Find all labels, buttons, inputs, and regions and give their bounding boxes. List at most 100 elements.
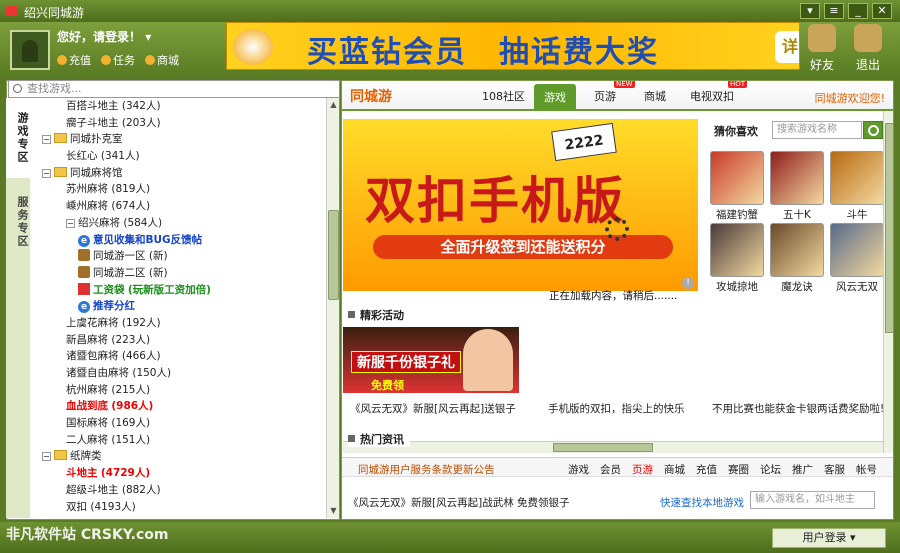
tab-tv-shuangkou[interactable]: 电视双扣 HOT bbox=[690, 81, 748, 104]
game-tile[interactable]: 五十K bbox=[770, 151, 824, 222]
bottom-link[interactable]: 推广 bbox=[792, 462, 813, 477]
tab-community[interactable]: 108社区 bbox=[482, 88, 525, 104]
activity-hscrollbar[interactable] bbox=[343, 441, 883, 453]
tree-item[interactable]: 同城游二区 (新) bbox=[30, 265, 326, 282]
friends-button[interactable]: 好友 bbox=[802, 24, 842, 73]
exit-button[interactable]: 退出 bbox=[848, 24, 888, 73]
hero-banner[interactable]: 2222 双扣手机版 全面升级签到还能送积分 ! bbox=[343, 119, 698, 291]
bottom-link[interactable]: 客服 bbox=[824, 462, 845, 477]
game-search-input[interactable]: 查找游戏... bbox=[8, 80, 340, 98]
tab-services[interactable]: 服务专区 bbox=[6, 182, 30, 262]
tree-item[interactable]: 长红心 (341人) bbox=[30, 148, 326, 165]
skin-button[interactable]: ▾ bbox=[800, 3, 820, 19]
tree-item[interactable]: 杭州麻将 (215人) bbox=[30, 382, 326, 399]
bottom-link[interactable]: 会员 bbox=[600, 462, 621, 477]
tab-shop[interactable]: 商城 bbox=[644, 88, 666, 104]
tree-item[interactable]: − 绍兴麻将 (584人) bbox=[30, 215, 326, 232]
tree-item[interactable]: 同城游一区 (新) bbox=[30, 248, 326, 265]
guess-search-button[interactable] bbox=[863, 121, 883, 139]
activity-caption-2[interactable]: 手机版的双扣，指尖上的快乐 bbox=[548, 401, 685, 416]
bottom-link[interactable]: 商城 bbox=[664, 462, 685, 477]
game-name: 风云无双 bbox=[836, 281, 878, 293]
title-bar: 绍兴同城游 ▾ ≡ _ ✕ bbox=[0, 0, 900, 22]
info-icon[interactable]: ! bbox=[682, 277, 694, 289]
recharge-link[interactable]: 充值 bbox=[57, 52, 91, 68]
tree-item[interactable]: 苏州麻将 (819人) bbox=[30, 181, 326, 198]
minimize-button[interactable]: _ bbox=[848, 3, 868, 19]
game-tile[interactable]: 斗牛 bbox=[830, 151, 884, 222]
ad-banner[interactable]: 买蓝钻会员 抽话费大奖 详 bbox=[226, 22, 800, 70]
collapse-icon[interactable]: − bbox=[42, 168, 51, 178]
game-tile[interactable]: 攻城掠地 bbox=[710, 223, 764, 294]
tab-webgames[interactable]: 页游 NEW bbox=[594, 81, 635, 104]
tree-item[interactable]: − 纸牌类 bbox=[30, 448, 326, 465]
scroll-up-icon[interactable]: ▲ bbox=[329, 100, 338, 110]
tree-item[interactable]: 工资袋 (玩新版工资加倍) bbox=[30, 282, 326, 299]
notice-link[interactable]: 同城游用户服务条款更新公告 bbox=[358, 462, 495, 477]
tree-item[interactable]: 双扣 (4193人) bbox=[30, 499, 326, 516]
banner-detail-button[interactable]: 详 bbox=[775, 31, 799, 63]
main-scroll-thumb[interactable] bbox=[885, 123, 893, 333]
tree-item[interactable]: 百搭斗地主 (342人) bbox=[30, 98, 326, 115]
tree-item[interactable]: 上虞花麻将 (192人) bbox=[30, 315, 326, 332]
game-tile[interactable]: 福建钓蟹 bbox=[710, 151, 764, 222]
bottom-link[interactable]: 充值 bbox=[696, 462, 717, 477]
tree-item-label: 双扣 bbox=[66, 500, 87, 513]
tree-item[interactable]: 新昌麻将 (223人) bbox=[30, 332, 326, 349]
quick-find-link[interactable]: 快速查找本地游戏 bbox=[660, 495, 744, 510]
cards-graphic: 2222 bbox=[551, 122, 617, 162]
tree-item[interactable]: e 推荐分红 bbox=[30, 298, 326, 315]
activity-caption-3[interactable]: 不用比赛也能获金卡银两话费奖励啦! bbox=[712, 401, 884, 416]
tree-item[interactable]: 斗地主 (4729人) bbox=[30, 465, 326, 482]
bottom-link[interactable]: 帐号 bbox=[856, 462, 877, 477]
bottom-link[interactable]: 论坛 bbox=[760, 462, 781, 477]
tree-item-label: 二人麻将 bbox=[66, 433, 108, 446]
game-thumbnail bbox=[770, 151, 824, 205]
game-tile[interactable]: 风云无双 bbox=[830, 223, 884, 294]
tab-games[interactable]: 游戏专区 bbox=[6, 98, 30, 178]
task-link[interactable]: 任务 bbox=[101, 52, 135, 68]
guess-search-input[interactable]: 搜索游戏名称 bbox=[772, 121, 862, 139]
tree-item[interactable]: − 同城扑克室 bbox=[30, 131, 326, 148]
news-item[interactable]: 《风云无双》新服[风云再起]战武林 免费领银子 bbox=[348, 495, 570, 510]
game-tile[interactable]: 魔龙诀 bbox=[770, 223, 824, 294]
status-bar: 非凡软件站 CRSKY.com 用户登录 ▾ bbox=[0, 522, 900, 553]
tree-scrollbar[interactable]: ▲ ▼ bbox=[326, 98, 339, 518]
tree-item[interactable]: 诸暨自由麻将 (150人) bbox=[30, 365, 326, 382]
bottom-link[interactable]: 游戏 bbox=[568, 462, 589, 477]
quick-search-input[interactable]: 输入游戏名，如斗地主 bbox=[750, 491, 875, 509]
tree-item[interactable]: e 意见收集和BUG反馈帖 bbox=[30, 232, 326, 249]
tree-item[interactable]: 诸暨包麻将 (466人) bbox=[30, 348, 326, 365]
tree-item[interactable]: 瘸子斗地主 (203人) bbox=[30, 115, 326, 132]
tree-item-label: 瘸子斗地主 bbox=[66, 116, 119, 129]
login-greeting[interactable]: 您好，请登录！ ▾ bbox=[57, 28, 151, 45]
game-tree: 百搭斗地主 (342人) 瘸子斗地主 (203人) − 同城扑克室 长红心 (341人… bbox=[30, 98, 326, 518]
game-thumbnail bbox=[770, 223, 824, 277]
collapse-icon[interactable]: − bbox=[42, 452, 51, 462]
tree-item-label: 百搭斗地主 bbox=[66, 100, 119, 112]
promo-banner[interactable]: 新服千份银子礼 免费领 bbox=[343, 327, 519, 393]
shop-link[interactable]: 商城 bbox=[145, 52, 179, 68]
scroll-down-icon[interactable]: ▼ bbox=[329, 506, 338, 516]
bottom-link[interactable]: 页游 bbox=[632, 462, 653, 477]
hscroll-thumb[interactable] bbox=[553, 443, 653, 452]
main-scrollbar[interactable] bbox=[883, 111, 893, 453]
tree-item[interactable]: 二人麻将 (151人) bbox=[30, 432, 326, 449]
tree-item-label: 诸暨自由麻将 bbox=[66, 367, 129, 379]
activity-caption-1[interactable]: 《风云无双》新服[风云再起]送银子 bbox=[350, 401, 516, 416]
bottom-link[interactable]: 赛圈 bbox=[728, 462, 749, 477]
brand-logo[interactable]: 同城游 bbox=[350, 86, 392, 106]
avatar[interactable] bbox=[10, 30, 50, 70]
tree-item[interactable]: 嵊州麻将 (674人) bbox=[30, 198, 326, 215]
collapse-icon[interactable]: − bbox=[42, 135, 51, 145]
tab-games-main[interactable]: 游戏 bbox=[534, 84, 576, 111]
collapse-icon[interactable]: − bbox=[66, 218, 75, 228]
menu-button[interactable]: ≡ bbox=[824, 3, 844, 19]
tree-item[interactable]: 国标麻将 (169人) bbox=[30, 415, 326, 432]
user-login-button[interactable]: 用户登录 ▾ bbox=[772, 528, 886, 548]
close-button[interactable]: ✕ bbox=[872, 3, 892, 19]
tree-scroll-thumb[interactable] bbox=[328, 210, 339, 300]
tree-item[interactable]: 血战到底 (986人) bbox=[30, 398, 326, 415]
tree-item[interactable]: 超级斗地主 (882人) bbox=[30, 482, 326, 499]
tree-item[interactable]: − 同城麻将馆 bbox=[30, 165, 326, 182]
